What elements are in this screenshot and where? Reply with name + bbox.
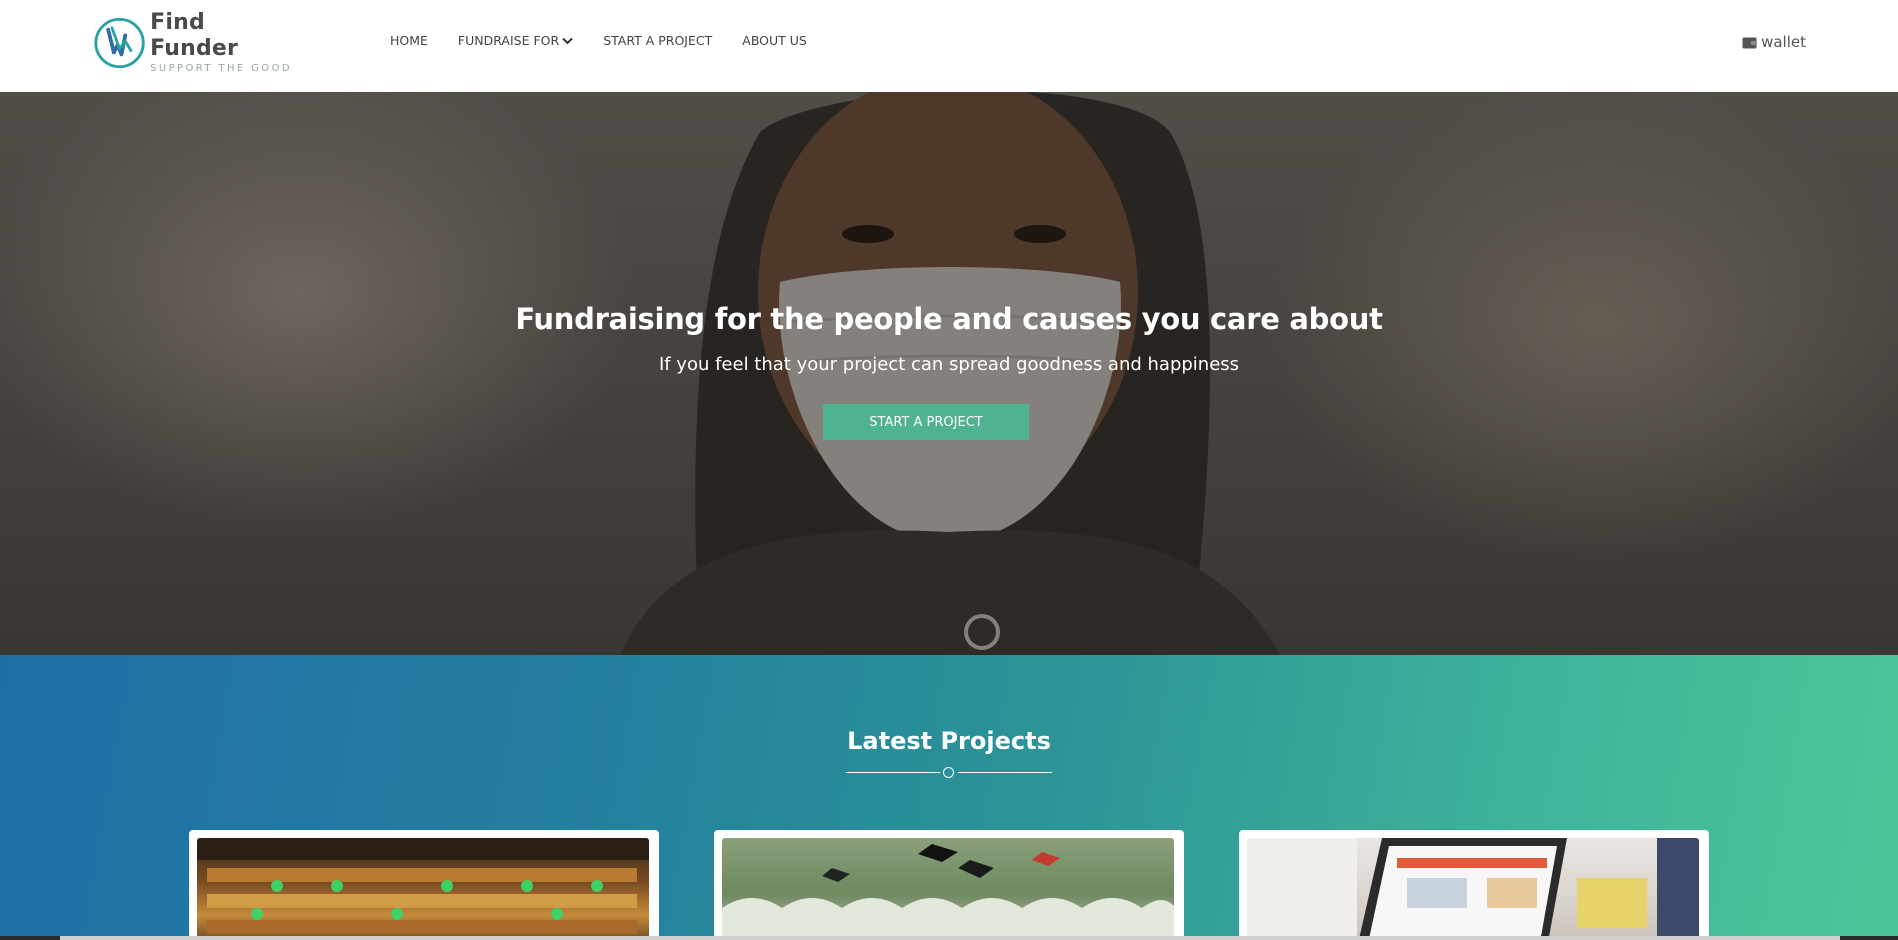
wallet-label: wallet — [1761, 33, 1806, 51]
hero-title: Fundraising for the people and causes yo… — [515, 302, 1383, 336]
brand-logo[interactable]: Find Funder SUPPORT THE GOOD — [93, 10, 293, 74]
nav-fundraise-for-label: FUNDRAISE FOR — [457, 33, 560, 48]
graduation-caps-photo[interactable] — [722, 838, 1174, 940]
latest-projects-title: Latest Projects — [847, 727, 1051, 755]
hero-subtitle: If you feel that your project can spread… — [658, 354, 1240, 375]
hands-circle-logo-icon — [94, 17, 145, 69]
hero-banner: Fundraising for the people and causes yo… — [0, 92, 1898, 655]
nav-start-project-label: START A PROJECT — [603, 33, 713, 48]
divider-line-right — [958, 772, 1052, 773]
chevron-down-icon — [562, 37, 573, 44]
wallet-link[interactable]: wallet — [1742, 33, 1806, 51]
site-header: Find Funder SUPPORT THE GOOD HOME FUNDRA… — [0, 0, 1898, 92]
laptop-desk-photo[interactable] — [1247, 838, 1699, 940]
scrollbar-thumb[interactable] — [60, 936, 1840, 940]
graduation-scene — [722, 844, 1174, 940]
nav-start-project[interactable]: START A PROJECT — [603, 33, 712, 48]
start-project-button[interactable]: START A PROJECT — [823, 404, 1029, 440]
laptop-scene — [1247, 838, 1699, 940]
latest-projects-section: Latest Projects — [0, 655, 1898, 940]
project-card[interactable] — [714, 830, 1184, 940]
project-card[interactable] — [189, 830, 659, 940]
nav-about-us[interactable]: ABOUT US — [742, 33, 807, 48]
main-nav: HOME FUNDRAISE FOR START A PROJECT ABOUT… — [390, 33, 837, 48]
horizontal-scrollbar[interactable] — [0, 936, 1898, 940]
brand-tagline: SUPPORT THE GOOD — [150, 63, 292, 74]
nav-home[interactable]: HOME — [390, 33, 428, 48]
divider-line-left — [846, 772, 940, 773]
nav-about-us-label: ABOUT US — [742, 33, 807, 48]
nav-home-label: HOME — [390, 33, 428, 48]
brand-name: Find Funder — [150, 10, 239, 61]
library-reading-room-photo[interactable] — [197, 838, 649, 940]
library-scene — [197, 838, 649, 934]
divider-circle-icon — [943, 767, 954, 778]
wallet-icon — [1742, 37, 1758, 48]
project-card[interactable] — [1239, 830, 1709, 940]
title-divider — [846, 767, 1052, 779]
nav-fundraise-for[interactable]: FUNDRAISE FOR — [458, 33, 573, 48]
